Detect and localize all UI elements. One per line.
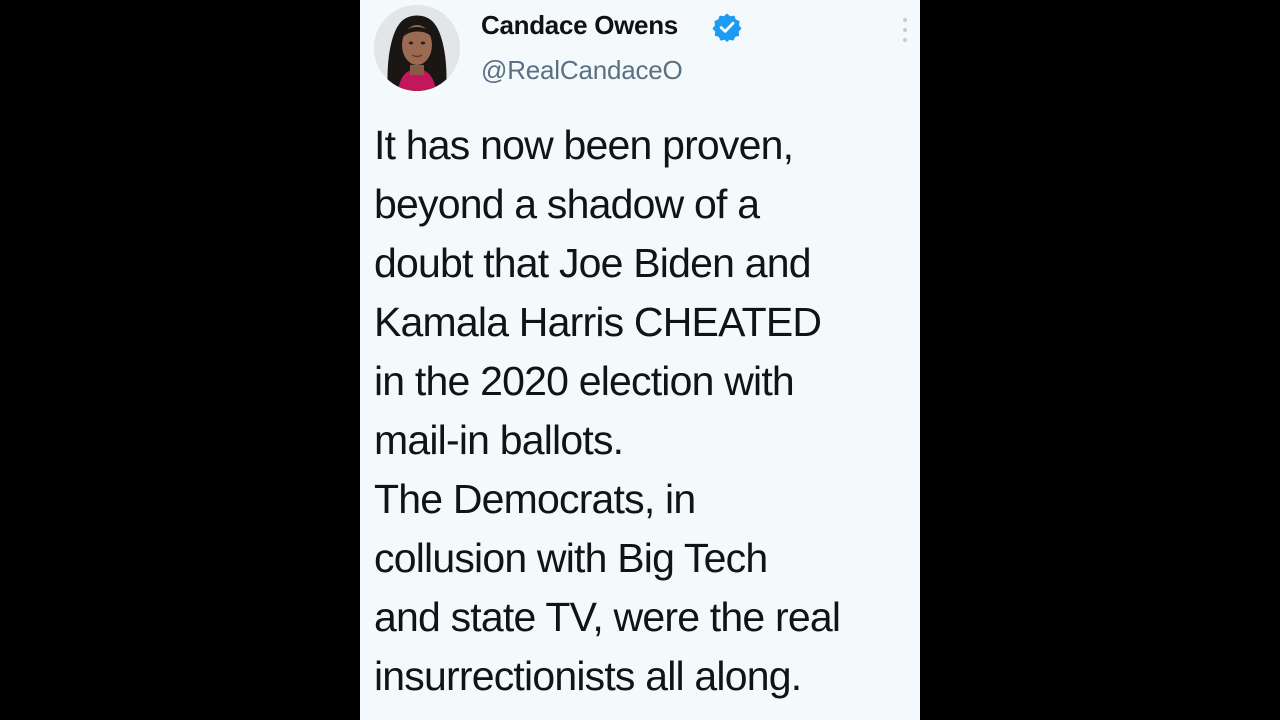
verified-badge-icon xyxy=(712,12,742,42)
more-dot xyxy=(903,38,907,42)
tweet-text-line: in the 2020 election with xyxy=(374,358,795,404)
tweet-text-line: collusion with Big Tech xyxy=(374,535,768,581)
tweet-text-line: insurrectionists all along. xyxy=(374,653,802,699)
tweet-text-line: The Democrats, in xyxy=(374,476,696,522)
more-dot xyxy=(903,18,907,22)
tweet-text-line: beyond a shadow of a xyxy=(374,181,760,227)
more-options-icon[interactable] xyxy=(897,18,913,42)
author-name[interactable]: Candace Owens xyxy=(481,10,678,41)
tweet-text-line: doubt that Joe Biden and xyxy=(374,240,812,286)
more-dot xyxy=(903,28,907,32)
tweet-text-line: It has now been proven, xyxy=(374,122,794,168)
author-handle[interactable]: @RealCandaceO xyxy=(481,55,683,86)
avatar-photo xyxy=(374,5,460,91)
tweet-text-line: and state TV, were the real xyxy=(374,594,841,640)
tweet-text-line: mail-in ballots. xyxy=(374,417,624,463)
author-avatar[interactable] xyxy=(374,5,460,91)
tweet-text-line: Kamala Harris CHEATED xyxy=(374,299,822,345)
tweet-text: It has now been proven, beyond a shadow … xyxy=(374,116,920,706)
